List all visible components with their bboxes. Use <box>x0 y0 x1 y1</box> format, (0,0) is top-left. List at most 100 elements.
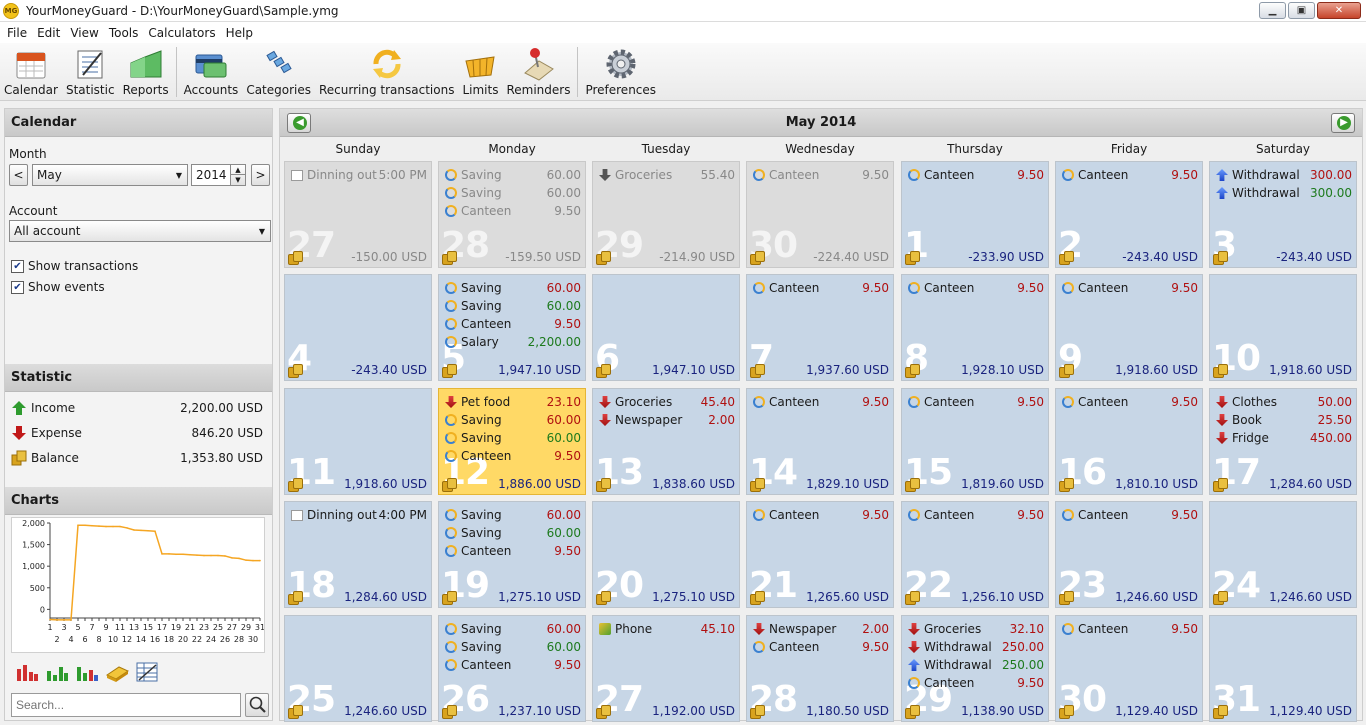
transaction-item[interactable]: Saving 60.00 <box>445 524 581 542</box>
calendar-day-cell[interactable]: 23 1,246.60 USD Canteen 9.50 <box>1055 501 1203 608</box>
show-transactions-checkbox[interactable]: ✔ Show transactions <box>11 259 138 273</box>
spin-up-icon[interactable]: ▲ <box>231 165 245 175</box>
toolbar-limits-button[interactable]: Limits <box>458 43 502 99</box>
calendar-day-cell[interactable]: 29 -214.90 USD Groceries 55.40 <box>592 161 740 268</box>
transaction-item[interactable]: Saving 60.00 <box>445 506 581 524</box>
chart-bar-green-icon[interactable] <box>45 661 69 683</box>
calendar-day-cell[interactable]: 30 1,129.40 USD Canteen 9.50 <box>1055 615 1203 722</box>
transaction-item[interactable]: Canteen 9.50 <box>445 202 581 220</box>
transaction-item[interactable]: Groceries 45.40 <box>599 393 735 411</box>
transaction-item[interactable]: Canteen 9.50 <box>908 506 1044 524</box>
show-events-checkbox[interactable]: ✔ Show events <box>11 280 105 294</box>
transaction-item[interactable]: Canteen 9.50 <box>1062 166 1198 184</box>
toolbar-reports-button[interactable]: Reports <box>119 43 173 99</box>
search-input[interactable] <box>11 693 241 717</box>
transaction-item[interactable]: Groceries 55.40 <box>599 166 735 184</box>
calendar-day-cell[interactable]: 7 1,937.60 USD Canteen 9.50 <box>746 274 894 381</box>
spin-down-icon[interactable]: ▼ <box>231 175 245 185</box>
transaction-item[interactable]: Canteen 9.50 <box>908 166 1044 184</box>
menu-tools[interactable]: Tools <box>104 26 144 40</box>
toolbar-calendar-button[interactable]: Calendar <box>0 43 62 99</box>
calendar-day-cell[interactable]: 10 1,918.60 USD <box>1209 274 1357 381</box>
transaction-item[interactable]: Book 25.50 <box>1216 411 1352 429</box>
calendar-day-cell[interactable]: 26 1,237.10 USD Saving 60.00 Saving 60.00 Cant… <box>438 615 586 722</box>
chart-bar-red-icon[interactable] <box>15 661 39 683</box>
calendar-day-cell[interactable]: 31 1,129.40 USD <box>1209 615 1357 722</box>
transaction-item[interactable]: Clothes 50.00 <box>1216 393 1352 411</box>
transaction-item[interactable]: Saving 60.00 <box>445 184 581 202</box>
close-button[interactable]: ✕ <box>1317 2 1361 19</box>
transaction-item[interactable]: Canteen 9.50 <box>1062 279 1198 297</box>
transaction-item[interactable]: Phone 45.10 <box>599 620 735 638</box>
transaction-item[interactable]: Canteen 9.50 <box>445 315 581 333</box>
calendar-day-cell[interactable]: 28 -159.50 USD Saving 60.00 Saving 60.00 Cante… <box>438 161 586 268</box>
transaction-item[interactable]: Canteen 9.50 <box>445 447 581 465</box>
calendar-day-cell[interactable]: 6 1,947.10 USD <box>592 274 740 381</box>
transaction-item[interactable]: Canteen 9.50 <box>445 656 581 674</box>
event-item[interactable]: Dinning out 4:00 PM <box>291 506 427 524</box>
chart-balance-icon[interactable] <box>105 661 130 683</box>
calendar-day-cell[interactable]: 19 1,275.10 USD Saving 60.00 Saving 60.00 Cant… <box>438 501 586 608</box>
year-spin-buttons[interactable]: ▲ ▼ <box>230 164 246 186</box>
transaction-item[interactable]: Canteen 9.50 <box>1062 620 1198 638</box>
calendar-day-cell[interactable]: 20 1,275.10 USD <box>592 501 740 608</box>
transaction-item[interactable]: Withdrawal 300.00 <box>1216 184 1352 202</box>
transaction-item[interactable]: Canteen 9.50 <box>753 393 889 411</box>
calendar-day-cell[interactable]: 2 -243.40 USD Canteen 9.50 <box>1055 161 1203 268</box>
minimize-button[interactable]: ▁ <box>1259 2 1286 19</box>
event-item[interactable]: Dinning out 5:00 PM <box>291 166 427 184</box>
calendar-day-cell[interactable]: 22 1,256.10 USD Canteen 9.50 <box>901 501 1049 608</box>
menu-view[interactable]: View <box>65 26 103 40</box>
calendar-day-cell[interactable]: 27 1,192.00 USD Phone 45.10 <box>592 615 740 722</box>
toolbar-statistic-button[interactable]: Statistic <box>62 43 119 99</box>
calendar-day-cell[interactable]: 27 -150.00 USD Dinning out 5:00 PM <box>284 161 432 268</box>
calendar-day-cell[interactable]: 15 1,819.60 USD Canteen 9.50 <box>901 388 1049 495</box>
calendar-day-cell[interactable]: 9 1,918.60 USD Canteen 9.50 <box>1055 274 1203 381</box>
calendar-day-cell[interactable]: 13 1,838.60 USD Groceries 45.40 Newspaper 2.0… <box>592 388 740 495</box>
transaction-item[interactable]: Newspaper 2.00 <box>599 411 735 429</box>
transaction-item[interactable]: Saving 60.00 <box>445 620 581 638</box>
calendar-next-month-button[interactable]: ▶ <box>1331 113 1355 133</box>
transaction-item[interactable]: Canteen 9.50 <box>908 393 1044 411</box>
transaction-item[interactable]: Canteen 9.50 <box>908 279 1044 297</box>
calendar-day-cell[interactable]: 16 1,810.10 USD Canteen 9.50 <box>1055 388 1203 495</box>
year-spinner[interactable]: 2014 <box>191 164 235 186</box>
checkbox-checked-icon[interactable]: ✔ <box>11 259 24 273</box>
next-month-button[interactable]: > <box>251 164 270 186</box>
toolbar-categories-button[interactable]: Categories <box>242 43 315 99</box>
transaction-item[interactable]: Saving 60.00 <box>445 279 581 297</box>
transaction-item[interactable]: Fridge 450.00 <box>1216 429 1352 447</box>
search-button[interactable] <box>245 693 269 717</box>
month-select[interactable]: May ▼ <box>32 164 188 186</box>
transaction-item[interactable]: Saving 60.00 <box>445 166 581 184</box>
calendar-day-cell[interactable]: 5 1,947.10 USD Saving 60.00 Saving 60.00 Cante… <box>438 274 586 381</box>
menu-edit[interactable]: Edit <box>32 26 65 40</box>
calendar-day-cell[interactable]: 28 1,180.50 USD Newspaper 2.00 Canteen 9.50 <box>746 615 894 722</box>
transaction-item[interactable]: Groceries 32.10 <box>908 620 1044 638</box>
transaction-item[interactable]: Canteen 9.50 <box>1062 506 1198 524</box>
transaction-item[interactable]: Canteen 9.50 <box>908 674 1044 692</box>
transaction-item[interactable]: Withdrawal 300.00 <box>1216 166 1352 184</box>
transaction-item[interactable]: Canteen 9.50 <box>753 638 889 656</box>
transaction-item[interactable]: Canteen 9.50 <box>753 506 889 524</box>
transaction-item[interactable]: Canteen 9.50 <box>445 542 581 560</box>
transaction-item[interactable]: Saving 60.00 <box>445 411 581 429</box>
maximize-button[interactable]: ▣ <box>1288 2 1315 19</box>
transaction-item[interactable]: Saving 60.00 <box>445 638 581 656</box>
transaction-item[interactable]: Salary 2,200.00 <box>445 333 581 351</box>
calendar-day-cell[interactable]: 24 1,246.60 USD <box>1209 501 1357 608</box>
calendar-day-cell[interactable]: 25 1,246.60 USD <box>284 615 432 722</box>
calendar-day-cell-today[interactable]: 12 1,886.00 USD Pet food 23.10 Saving 60.00 Sa… <box>438 388 586 495</box>
toolbar-preferences-button[interactable]: Preferences <box>581 43 660 99</box>
menu-calculators[interactable]: Calculators <box>143 26 220 40</box>
chart-bar-mixed-icon[interactable] <box>75 661 99 683</box>
calendar-day-cell[interactable]: 17 1,284.60 USD Clothes 50.00 Book 25.50 Fridg… <box>1209 388 1357 495</box>
calendar-day-cell[interactable]: 18 1,284.60 USD Dinning out 4:00 PM <box>284 501 432 608</box>
calendar-day-cell[interactable]: 14 1,829.10 USD Canteen 9.50 <box>746 388 894 495</box>
menu-file[interactable]: File <box>2 26 32 40</box>
transaction-item[interactable]: Pet food 23.10 <box>445 393 581 411</box>
transaction-item[interactable]: Withdrawal 250.00 <box>908 656 1044 674</box>
chart-table-icon[interactable] <box>135 661 159 683</box>
transaction-item[interactable]: Saving 60.00 <box>445 297 581 315</box>
calendar-day-cell[interactable]: 3 -243.40 USD Withdrawal 300.00 Withdrawal 30… <box>1209 161 1357 268</box>
